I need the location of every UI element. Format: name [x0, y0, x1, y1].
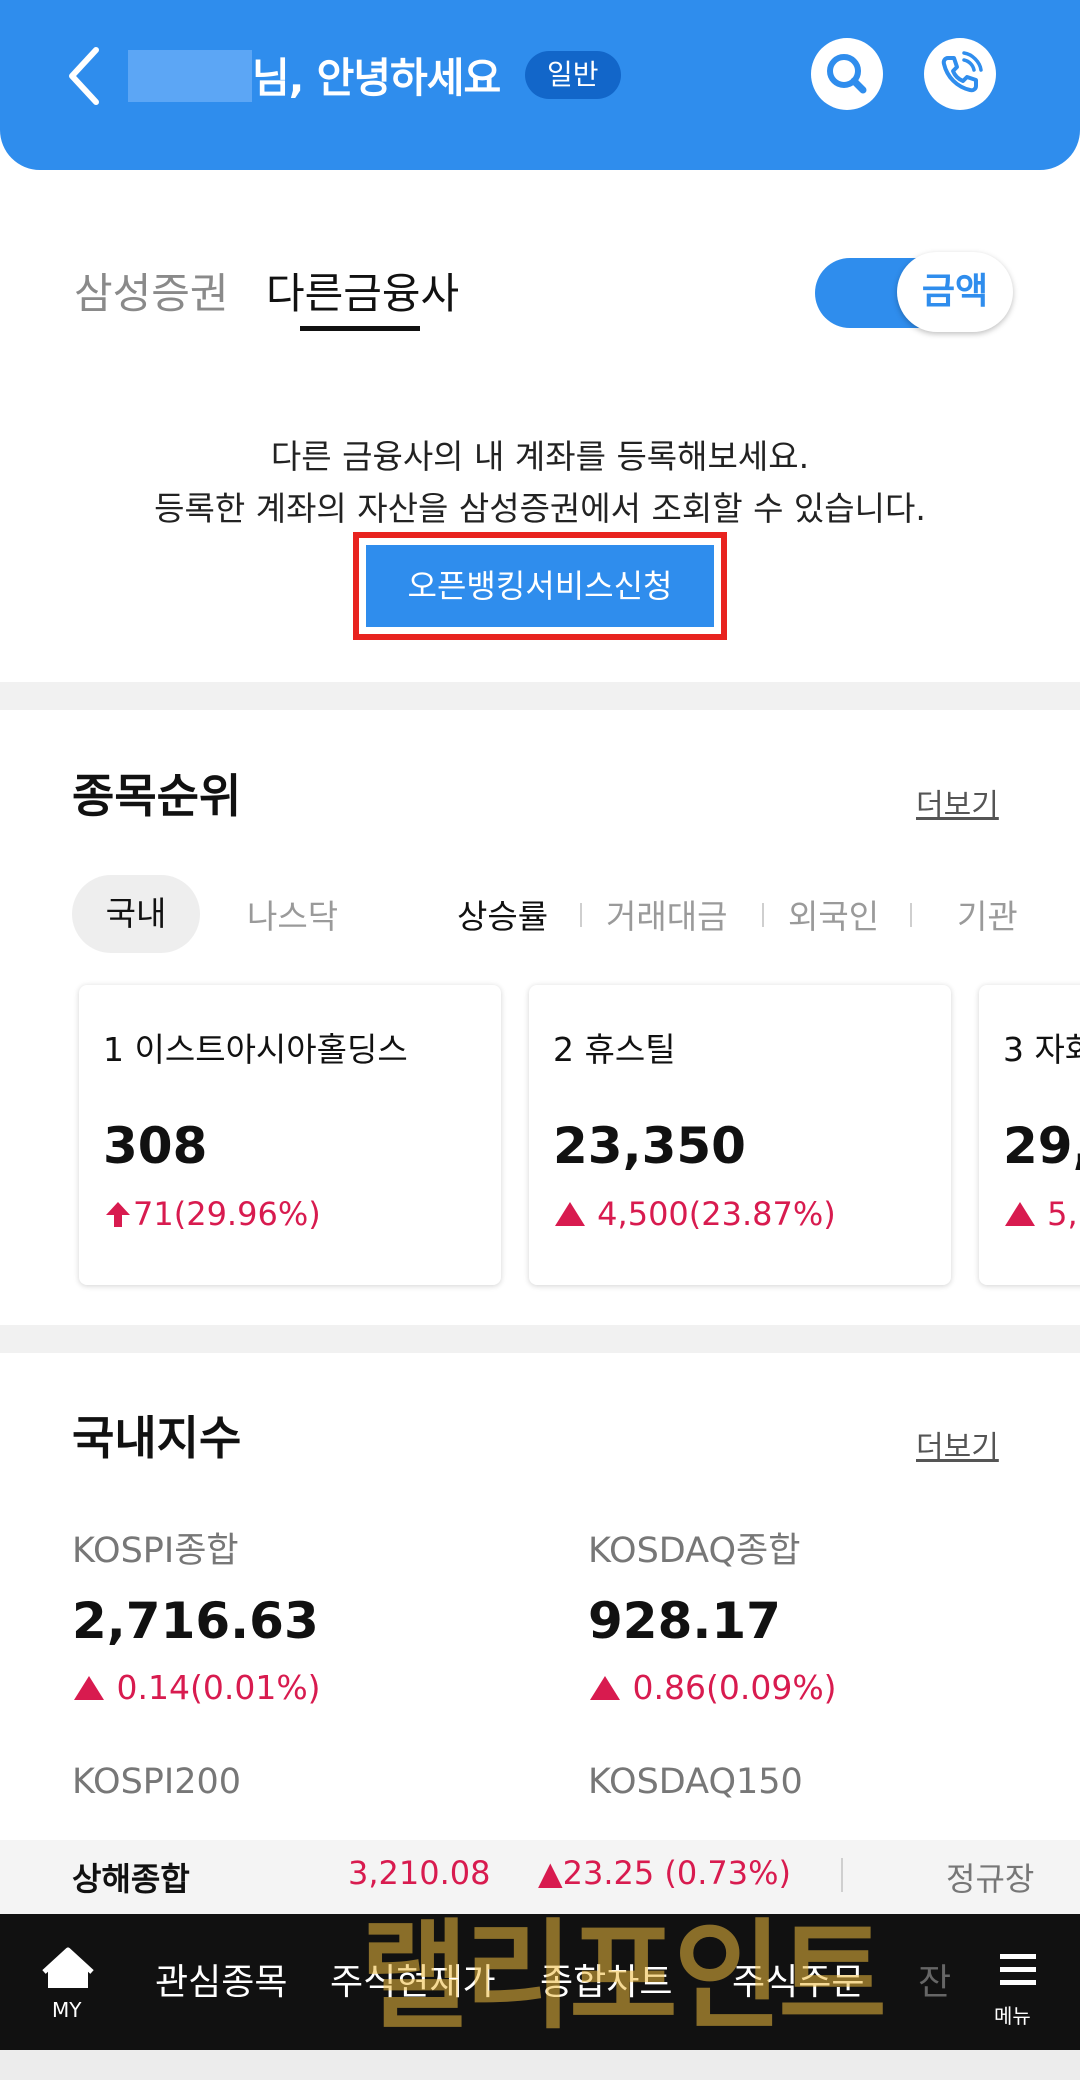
index-name-kospi200[interactable]: KOSPI200 [72, 1762, 241, 1802]
promo-text-line2: 등록한 계좌의 자산을 삼성증권에서 조회할 수 있습니다. [154, 489, 926, 528]
active-tab-indicator [300, 326, 420, 331]
watermark-logo: 랠리포인트 [360, 1907, 887, 2045]
stock-change: 71(29.96%) [103, 1195, 321, 1233]
ranking-title: 종목순위 [72, 769, 242, 823]
ranking-more-link[interactable]: 더보기 [916, 780, 999, 824]
stock-rank-name: 1 이스트아시아홀딩스 [103, 1030, 408, 1069]
tab-samsung-securities[interactable]: 삼성증권 [74, 260, 229, 321]
greeting-text: 님, 안녕하세요 [252, 54, 501, 102]
index-change-value: 0.86(0.09%) [632, 1668, 837, 1707]
search-button[interactable] [811, 38, 883, 110]
app-header: 님, 안녕하세요 일반 [0, 0, 1080, 170]
stock-change: 4,500(23.87%) [553, 1195, 836, 1233]
open-banking-button[interactable]: 오픈뱅킹서비스신청 [366, 545, 714, 627]
hamburger-menu-icon [1000, 1954, 1036, 1985]
amount-toggle-knob[interactable]: 금액 [897, 252, 1013, 332]
triangle-up-icon [1005, 1202, 1035, 1226]
index-value-kospi: 2,716.63 [72, 1592, 319, 1650]
filter-institution[interactable]: 기관 [957, 890, 1018, 938]
arrow-up-icon [106, 1202, 130, 1227]
filter-divider [580, 903, 582, 927]
filter-trade-value[interactable]: 거래대금 [606, 890, 727, 938]
stock-change-value: 71(29.96%) [133, 1195, 321, 1233]
call-button[interactable] [924, 38, 996, 110]
index-name-kosdaq[interactable]: KOSDAQ종합 [588, 1522, 800, 1573]
index-change-kospi: 0.14(0.01%) [72, 1668, 321, 1707]
filter-divider [910, 903, 912, 927]
ticker-session: 정규장 [946, 1860, 1035, 1898]
stock-change-value: 4,500(23.87%) [597, 1195, 836, 1233]
rank-card[interactable]: 1 이스트아시아홀딩스 308 71(29.96%) [79, 985, 501, 1285]
index-change-kosdaq: 0.86(0.09%) [588, 1668, 837, 1707]
nav-item-overflow[interactable]: 잔 [918, 1953, 951, 2005]
stock-price: 29, [1003, 1117, 1080, 1175]
back-button[interactable] [62, 44, 112, 108]
index-name-kospi[interactable]: KOSPI종합 [72, 1522, 239, 1573]
nav-menu-button[interactable]: 메뉴 [990, 1948, 1046, 2028]
stock-change-value: 5, [1047, 1195, 1078, 1233]
rank-card[interactable]: 2 휴스틸 23,350 4,500(23.87%) [529, 985, 951, 1285]
nav-item-watchlist[interactable]: 관심종목 [155, 1953, 287, 2005]
user-name-masked [128, 50, 252, 102]
market-tab-nasdaq[interactable]: 나스닥 [247, 890, 338, 938]
indices-title: 국내지수 [72, 1411, 242, 1465]
filter-foreign[interactable]: 외국인 [788, 890, 879, 938]
index-change-value: 0.14(0.01%) [116, 1668, 321, 1707]
phone-icon [941, 51, 983, 93]
app-screen: 님, 안녕하세요 일반 삼성증권 다른금융사 금액 다른 금융사의 내 계좌를 … [0, 0, 1080, 2080]
index-name-kosdaq150[interactable]: KOSDAQ150 [588, 1762, 803, 1802]
rank-card[interactable]: 3 자화 29, 5, [979, 985, 1080, 1285]
triangle-up-icon [590, 1676, 620, 1700]
market-tab-domestic[interactable]: 국내 [72, 875, 200, 953]
stock-price: 23,350 [553, 1117, 746, 1175]
nav-menu-label: 메뉴 [994, 2004, 1031, 2028]
triangle-up-icon [555, 1202, 585, 1226]
stock-rank-name: 2 휴스틸 [553, 1030, 676, 1069]
chevron-left-icon [69, 47, 99, 105]
grade-badge: 일반 [525, 51, 621, 99]
indices-more-link[interactable]: 더보기 [916, 1422, 999, 1466]
nav-my-button[interactable]: MY [30, 1944, 106, 2024]
triangle-up-icon [74, 1676, 104, 1700]
filter-rise-rate[interactable]: 상승률 [457, 890, 548, 938]
ticker-name: 상해종합 [72, 1860, 190, 1898]
bottom-strip [0, 2050, 1080, 2080]
index-value-kosdaq: 928.17 [588, 1592, 781, 1650]
section-divider [0, 682, 1080, 710]
tab-other-financial[interactable]: 다른금융사 [266, 260, 459, 321]
search-icon [827, 54, 867, 94]
stock-rank-name: 3 자화 [1003, 1030, 1080, 1069]
filter-divider [762, 903, 764, 927]
stock-change: 5, [1003, 1195, 1078, 1233]
nav-my-label: MY [52, 1998, 82, 2022]
home-icon [42, 1947, 94, 1988]
stock-price: 308 [103, 1117, 208, 1175]
promo-text-line1: 다른 금융사의 내 계좌를 등록해보세요. [270, 437, 810, 476]
section-divider [0, 1325, 1080, 1353]
